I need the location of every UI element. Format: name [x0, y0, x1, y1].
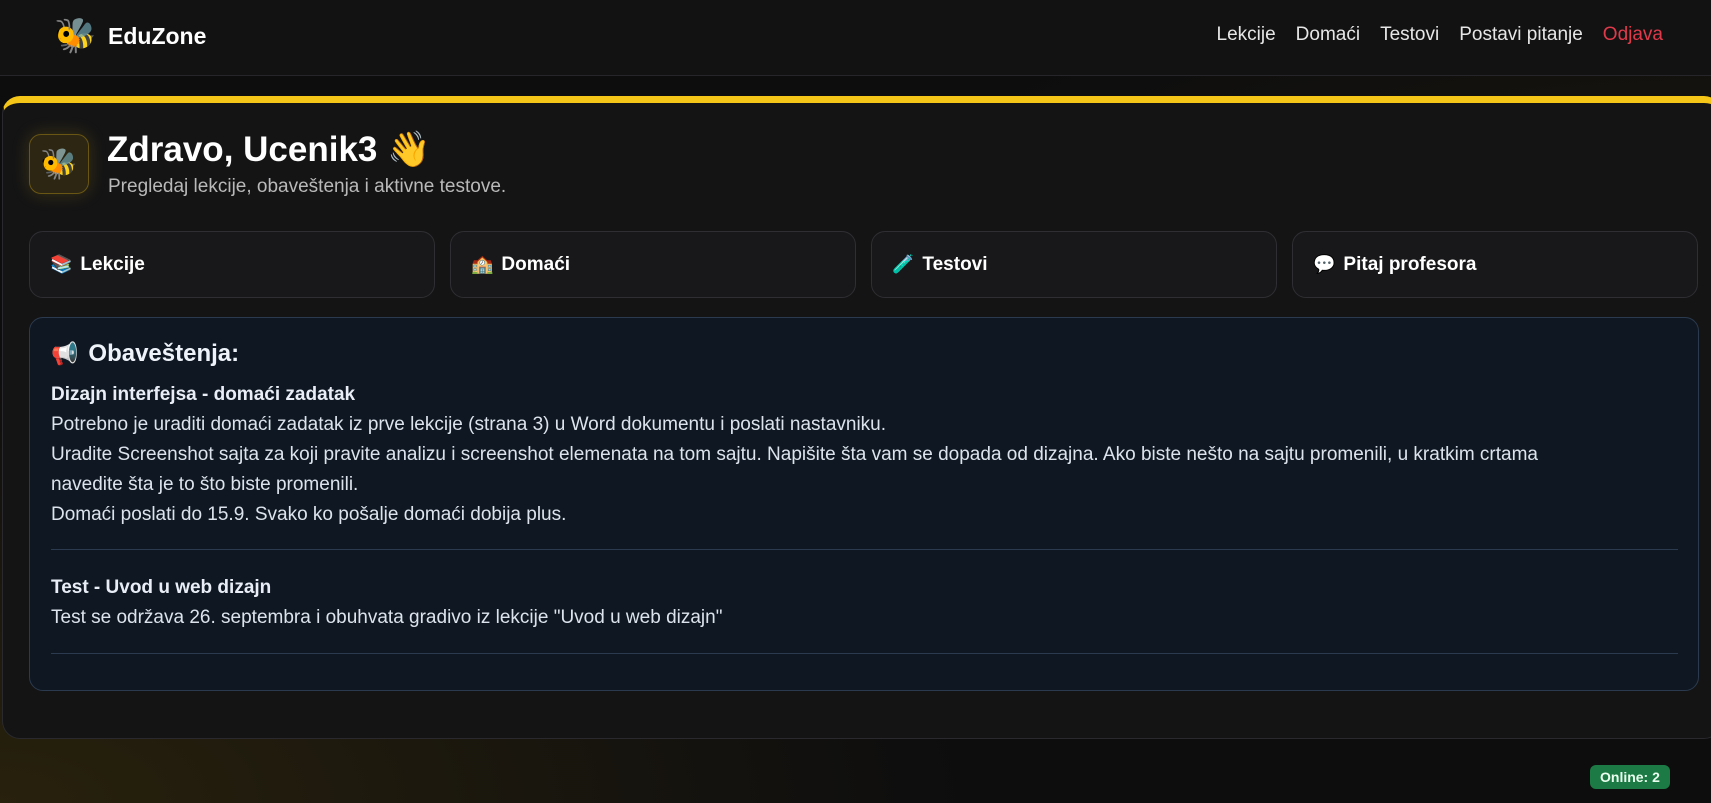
quick-link-label: Lekcije: [80, 253, 145, 275]
quick-links: 📚 Lekcije 🏫 Domaći 🧪 Testovi 💬 Pitaj pro…: [29, 231, 1698, 298]
nav-link-lekcije[interactable]: Lekcije: [1217, 24, 1276, 46]
quick-link-pitaj-profesora[interactable]: 💬 Pitaj profesora: [1292, 231, 1698, 298]
announcement-item: Dizajn interfejsa - domaći zadatak Potre…: [51, 380, 1678, 550]
announcement-text: Test se održava 26. septembra i obuhvata…: [51, 607, 723, 628]
bee-logo-icon: 🐝: [54, 16, 97, 56]
announcement-text: Domaći poslati do 15.9. Svako ko pošalje…: [51, 504, 567, 525]
quick-link-label: Pitaj profesora: [1343, 253, 1477, 275]
brand-name: EduZone: [108, 22, 207, 49]
quick-link-domaci[interactable]: 🏫 Domaći: [450, 231, 856, 298]
brand[interactable]: 🐝 EduZone: [54, 12, 206, 60]
top-navbar: 🐝 EduZone Lekcije Domaći Testovi Postavi…: [0, 0, 1711, 76]
quick-link-testovi[interactable]: 🧪 Testovi: [871, 231, 1277, 298]
megaphone-icon: 📢: [51, 341, 79, 366]
nav-links: Lekcije Domaći Testovi Postavi pitanje O…: [1217, 24, 1663, 46]
announcement-text: Uradite Screenshot sajta za koji pravite…: [51, 444, 1538, 465]
announcement-item: Test - Uvod u web dizajn Test se održava…: [51, 573, 1678, 654]
announcements-box: 📢 Obaveštenja: Dizajn interfejsa - domać…: [29, 317, 1699, 691]
quick-link-lekcije[interactable]: 📚 Lekcije: [29, 231, 435, 298]
school-icon: 🏫: [471, 254, 494, 274]
test-tube-icon: 🧪: [892, 254, 915, 274]
quick-link-label: Testovi: [922, 253, 988, 275]
greeting-subtitle: Pregledaj lekcije, obaveštenja i aktivne…: [108, 176, 507, 197]
nav-link-testovi[interactable]: Testovi: [1380, 24, 1439, 46]
books-icon: 📚: [50, 254, 73, 274]
online-count-badge: Online: 2: [1590, 765, 1670, 789]
dashboard-panel: 🐝 Zdravo, Ucenik3 👋 Pregledaj lekcije, o…: [2, 96, 1711, 739]
announcement-text: Potrebno je uraditi domaći zadatak iz pr…: [51, 414, 887, 435]
announcement-title: Dizajn interfejsa - domaći zadatak: [51, 384, 356, 405]
nav-link-postavi-pitanje[interactable]: Postavi pitanje: [1459, 24, 1583, 46]
announcement-text: navedite šta je to što biste promenili.: [51, 474, 359, 495]
announcement-title: Test - Uvod u web dizajn: [51, 577, 272, 598]
greeting-title: Zdravo, Ucenik3 👋: [107, 130, 431, 169]
nav-link-domaci[interactable]: Domaći: [1296, 24, 1360, 46]
nav-link-logout[interactable]: Odjava: [1603, 24, 1663, 46]
announcements-title-text: Obaveštenja:: [88, 340, 240, 367]
bee-avatar-icon: 🐝: [29, 134, 89, 194]
announcements-title: 📢 Obaveštenja:: [51, 340, 1678, 368]
speech-bubble-icon: 💬: [1313, 254, 1336, 274]
quick-link-label: Domaći: [501, 253, 571, 275]
